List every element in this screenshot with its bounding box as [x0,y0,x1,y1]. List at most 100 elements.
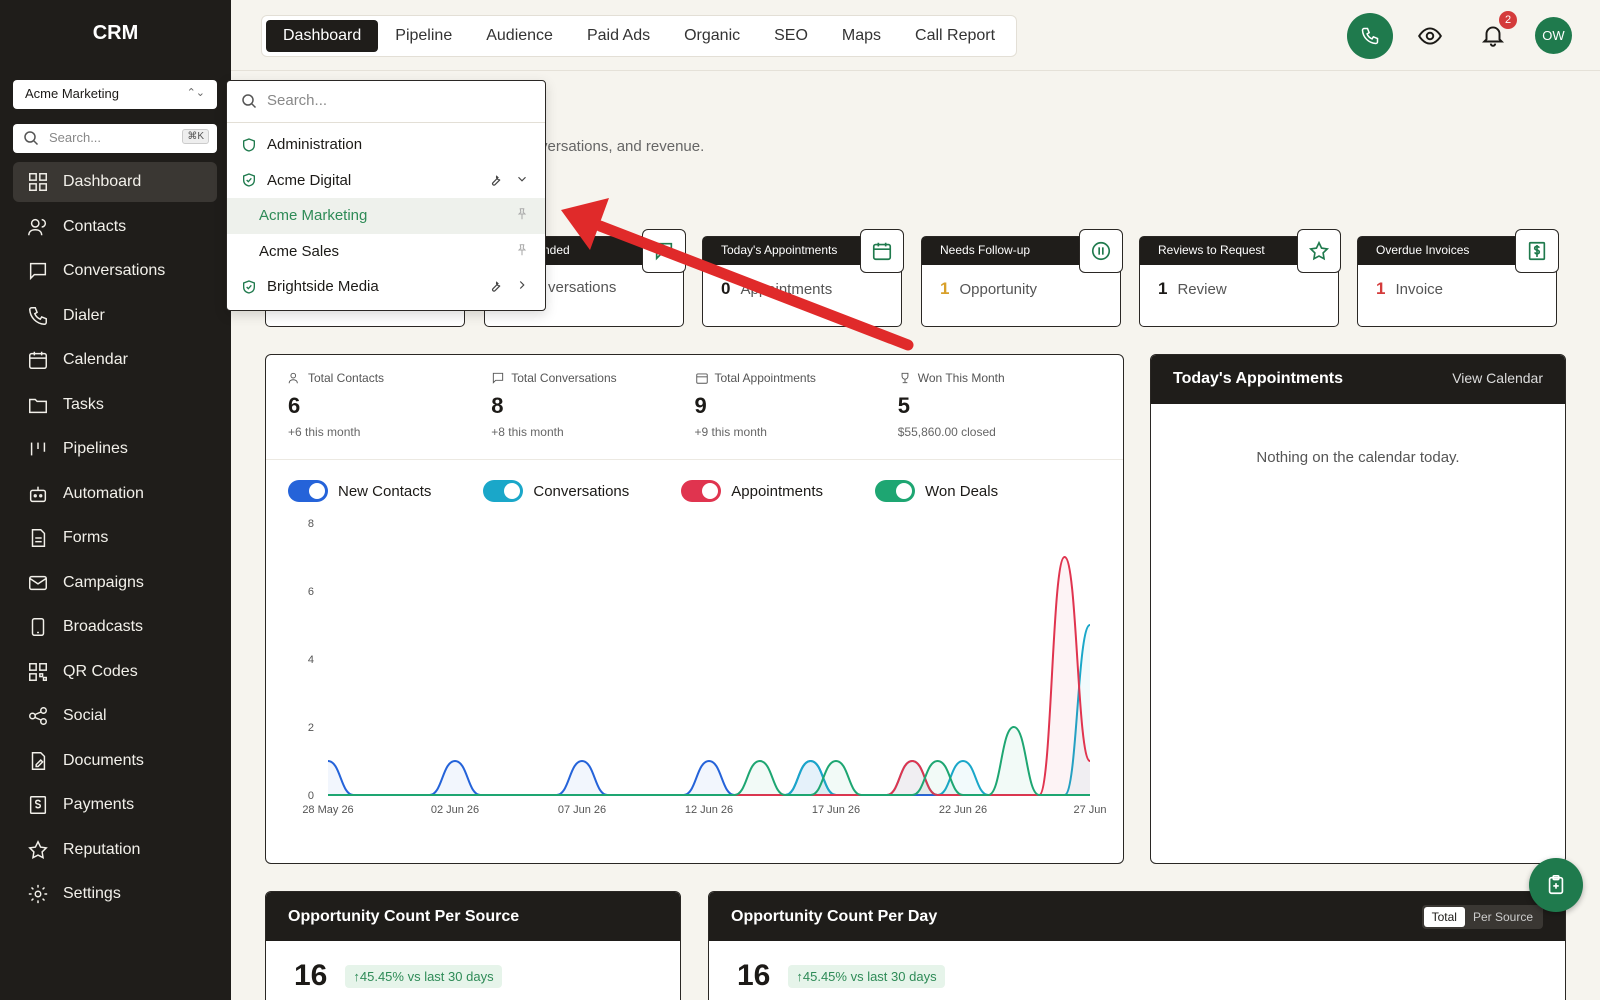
tab-dashboard[interactable]: Dashboard [266,20,379,52]
kpi-card-appointments[interactable]: Today's Appointments 0 Appointments [702,229,904,327]
sidebar-item-qr-codes[interactable]: QR Codes [13,652,217,692]
dropdown-item-label: Brightside Media [267,278,379,296]
x-tick-label: 27 Jun [1073,804,1106,816]
series-toggle-switch[interactable] [875,480,915,502]
overview-panel: Total Contacts 6 +6 this month Total Conver… [265,354,1124,864]
view-calendar-link[interactable]: View Calendar [1452,370,1543,386]
stat-label: Total Contacts [308,371,385,385]
series-toggle-label: Conversations [533,482,630,500]
stat-value: 9 [694,393,707,418]
kpi-card-invoices[interactable]: Overdue Invoices 1 Invoice [1357,229,1559,327]
series-toggle-item: Appointments [681,480,823,502]
sidebar-item-contacts[interactable]: Contacts [13,207,217,247]
chat-icon [642,229,686,273]
sidebar-item-broadcasts[interactable]: Broadcasts [13,607,217,647]
chevron-right-icon[interactable] [515,278,529,292]
robot-icon [29,486,47,502]
stat-label: Total Conversations [511,371,617,385]
sidebar-item-label: Pipelines [63,440,128,457]
kpi-card-reviews[interactable]: Reviews to Request 1 Review [1139,229,1341,327]
y-tick-label: 6 [308,586,314,598]
sidebar-item-forms[interactable]: Forms [13,518,217,558]
tab-pipeline[interactable]: Pipeline [378,20,469,52]
dropdown-item-acme-sales[interactable]: Acme Sales [227,234,545,270]
search-icon [242,94,257,109]
kpi-value: 1 [940,279,950,298]
toggle-total[interactable]: Total [1423,907,1465,927]
quick-action-button[interactable] [1529,858,1583,912]
sidebar-item-tasks[interactable]: Tasks [13,385,217,425]
dropdown-item-acme-marketing[interactable]: Acme Marketing [227,198,545,234]
account-select[interactable]: Acme Marketing ⌃⌄ [13,80,217,109]
chevron-down-icon[interactable] [515,172,529,186]
sidebar-item-conversations[interactable]: Conversations [13,251,217,291]
dropdown-item-administration[interactable]: Administration [227,127,545,163]
notification-badge: 2 [1499,11,1517,29]
stat-value: 8 [491,393,504,418]
stat-label: Total Appointments [714,371,816,385]
dropdown-item-acme-digital[interactable]: Acme Digital [227,163,545,199]
wrench-icon[interactable] [487,172,503,188]
sidebar: CRM Acme Marketing ⌃⌄ Search... ⌘K Dashb… [0,0,231,1000]
activity-chart: 0 2 4 6 8 28 May 26 02 Jun 26 07 Jun 26 12 Jun 2… [302,518,1106,816]
dropdown-item-brightside-media[interactable]: Brightside Media [227,269,545,305]
appointments-title: Today's Appointments [1173,370,1344,387]
sidebar-item-label: Settings [63,885,121,902]
trophy-icon [901,372,909,384]
call-button[interactable] [1347,13,1393,59]
pipeline-icon [30,442,46,456]
search-shortcut: ⌘K [182,129,209,144]
series-toggle-switch[interactable] [483,480,524,502]
sidebar-item-pipelines[interactable]: Pipelines [13,429,217,469]
sidebar-item-label: Campaigns [63,573,144,591]
tab-paid-ads[interactable]: Paid Ads [570,20,667,52]
pin-icon[interactable] [515,207,529,221]
appointments-empty-state: Nothing on the calendar today. [1256,449,1460,466]
series-toggle-switch[interactable] [288,480,328,502]
sidebar-item-settings[interactable]: Settings [13,874,217,914]
tab-organic[interactable]: Organic [667,20,757,52]
tab-seo[interactable]: SEO [757,20,825,52]
sidebar-item-documents[interactable]: Documents [13,741,217,781]
sidebar-item-label: Broadcasts [63,618,144,635]
sidebar-item-dashboard[interactable]: Dashboard [13,162,217,202]
sidebar-item-label: Forms [63,529,109,546]
grid-icon [29,173,47,191]
sidebar-item-automation[interactable]: Automation [13,474,217,514]
sidebar-item-reputation[interactable]: Reputation [13,830,217,870]
series-toggle-switch[interactable] [681,480,722,502]
stat-value: 5 [897,393,910,418]
stat-card: Total Contacts 6 +6 this month [288,371,491,459]
dollar-receipt-icon [1515,229,1559,273]
gear-icon [28,884,48,904]
avatar[interactable]: OW [1535,17,1572,54]
qr-icon [29,662,47,681]
series-toggle-label: New Contacts [338,482,432,500]
eye-icon[interactable] [1417,23,1443,49]
sidebar-search-input[interactable]: Search... ⌘K [13,124,217,153]
tab-audience[interactable]: Audience [469,20,570,52]
toggle-per-source[interactable]: Per Source [1465,907,1541,927]
tab-maps[interactable]: Maps [825,20,898,52]
wrench-icon[interactable] [487,278,503,294]
kpi-value: 0 [721,279,731,298]
stat-card: Total Appointments 9 +9 this month [695,371,898,459]
sidebar-item-campaigns[interactable]: Campaigns [13,563,217,603]
pin-icon[interactable] [515,243,529,257]
tab-call-report[interactable]: Call Report [898,20,1012,52]
opportunity-source-title: Opportunity Count Per Source [266,892,680,941]
sidebar-item-payments[interactable]: Payments [13,785,217,825]
sidebar-item-label: Dialer [63,306,105,324]
sidebar-item-label: Documents [63,751,144,769]
dropdown-search-input[interactable]: Search... [227,81,545,123]
kpi-card-follow-up[interactable]: Needs Follow-up 1 Opportunity [921,229,1123,327]
kpi-unit: versations [548,279,617,296]
document-icon [31,751,46,770]
sidebar-item-dialer[interactable]: Dialer [13,296,217,336]
chat-icon [29,262,47,281]
sidebar-item-social[interactable]: Social [13,696,217,736]
stat-sub: +8 this month [491,425,564,439]
sidebar-item-calendar[interactable]: Calendar [13,340,217,380]
dropdown-search-placeholder: Search... [267,92,328,109]
stat-sub: $55,860.00 closed [897,425,996,439]
